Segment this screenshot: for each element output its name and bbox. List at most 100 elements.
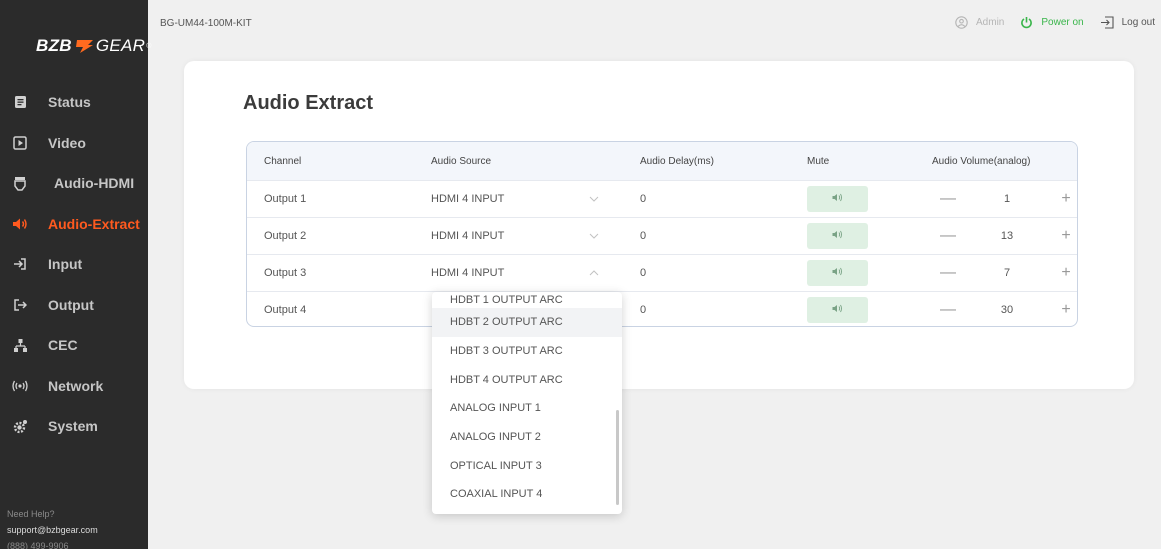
logout-arrow-icon [12,297,28,313]
page-title: Audio Extract [243,92,374,114]
mute-toggle-button[interactable] [807,297,868,323]
logout-button[interactable]: Log out [1100,16,1155,29]
sidebar-item-cec[interactable]: CEC [0,325,148,366]
dropdown-option[interactable]: OPTICAL INPUT 3 [432,451,622,480]
login-arrow-icon [12,256,28,272]
logo-text-right: GEAR [95,36,146,55]
power-button[interactable]: Power on [1020,16,1084,29]
gear-icon [12,418,28,434]
user-circle-icon [955,16,968,29]
help-title: Need Help? [7,509,55,519]
sidebar-item-video[interactable]: Video [0,123,148,164]
brand-logo: BZB GEAR ® [36,36,152,56]
dropdown-option[interactable]: HDBT 2 OUTPUT ARC [432,308,622,337]
support-phone: (888) 499-9906 [7,541,69,549]
volume-decrease-button[interactable]: — [939,255,957,291]
help-section: Need Help? support@bzbgear.com (888) 499… [7,506,98,549]
volume-increase-button[interactable]: + [1057,181,1075,217]
header-channel: Channel [264,155,302,167]
volume-value[interactable]: 30 [987,292,1027,326]
header-audio-volume: Audio Volume(analog) [932,155,1031,167]
table-row: Output 4 0 — 30 + [247,291,1077,326]
dropdown-option[interactable]: COAXIAL INPUT 4 [432,480,622,509]
sidebar-item-output[interactable]: Output [0,285,148,326]
sidebar-item-label: Audio-Extract [48,215,140,232]
audio-delay-input[interactable]: 0 [640,255,646,291]
volume-increase-button[interactable]: + [1057,218,1075,254]
dropdown-option[interactable]: HDBT 1 OUTPUT ARC [432,292,622,308]
mute-toggle-button[interactable] [807,186,868,212]
sidebar-item-label: CEC [48,337,78,354]
broadcast-icon [12,378,28,394]
sidebar-item-audio-extract[interactable]: Audio-Extract [0,204,148,245]
volume-value[interactable]: 1 [987,181,1027,217]
sidebar-item-label: System [48,418,98,435]
top-bar: BG-UM44-100M-KIT Admin Power on Log out [148,0,1161,50]
sidebar-item-label: Video [48,134,86,151]
mute-cell [807,255,868,291]
volume-decrease-button[interactable]: — [939,292,957,326]
mute-cell [807,181,868,217]
sidebar-item-audio-hdmi[interactable]: Audio-HDMI [0,163,148,204]
channel-name: Output 2 [264,230,307,242]
volume-icon [832,267,843,279]
dropdown-option[interactable]: HDBT 4 OUTPUT ARC [432,365,622,394]
dropdown-option[interactable]: HDBT 3 OUTPUT ARC [432,337,622,366]
logout-icon [1100,16,1114,29]
audio-delay-input[interactable]: 0 [640,181,646,217]
dropdown-option[interactable]: ANALOG INPUT 1 [432,394,622,423]
channel-name: Output 3 [264,267,307,279]
audio-source-dropdown[interactable]: HDBT 1 OUTPUT ARC HDBT 2 OUTPUT ARC HDBT… [432,292,622,514]
sidebar-item-system[interactable]: System [0,406,148,447]
volume-increase-button[interactable]: + [1057,292,1075,326]
support-email-link[interactable]: support@bzbgear.com [7,522,98,538]
logo-text-left: BZB [36,36,72,55]
table-row: Output 3 HDMI 4 INPUT 0 — 7 + [247,254,1077,291]
audio-delay-input[interactable]: 0 [640,292,646,326]
table-row: Output 2 HDMI 4 INPUT 0 — 13 + [247,217,1077,254]
audio-source-select[interactable]: HDMI 4 INPUT [431,218,504,254]
volume-increase-button[interactable]: + [1057,255,1075,291]
sidebar-item-label: Network [48,377,104,394]
volume-value[interactable]: 13 [987,218,1027,254]
sidebar-item-label: Output [48,296,94,313]
header-audio-delay: Audio Delay(ms) [640,155,714,167]
dropdown-option[interactable]: ANALOG INPUT 2 [432,423,622,452]
audio-delay-input[interactable]: 0 [640,218,646,254]
audio-source-select[interactable]: HDMI 4 INPUT [431,181,504,217]
document-icon [12,94,28,110]
channel-name: Output 1 [264,193,307,205]
speaker-icon [12,216,28,232]
chevron-down-icon[interactable] [587,218,601,254]
chevron-up-icon[interactable] [587,255,601,291]
sidebar-item-network[interactable]: Network [0,366,148,407]
port-icon [12,175,28,191]
volume-decrease-button[interactable]: — [939,218,957,254]
mute-toggle-button[interactable] [807,223,868,249]
audio-source-select[interactable]: HDMI 4 INPUT [431,255,504,291]
header-audio-source: Audio Source [431,155,492,167]
chevron-down-icon[interactable] [587,181,601,217]
sidebar-item-status[interactable]: Status [0,82,148,123]
dropdown-scrollbar[interactable] [616,410,619,505]
logo-mark-icon [74,38,94,54]
admin-label: Admin [976,17,1005,28]
volume-value[interactable]: 7 [987,255,1027,291]
volume-icon [832,230,843,242]
power-label: Power on [1041,17,1084,28]
admin-user[interactable]: Admin [955,16,1004,29]
sidebar-item-label: Audio-HDMI [54,175,135,192]
sidebar-item-label: Status [48,94,91,111]
audio-extract-table: Channel Audio Source Audio Delay(ms) Mut… [246,141,1078,327]
mute-toggle-button[interactable] [807,260,868,286]
sidebar-item-input[interactable]: Input [0,244,148,285]
channel-name: Output 4 [264,304,307,316]
volume-icon [832,304,843,316]
volume-decrease-button[interactable]: — [939,181,957,217]
mute-cell [807,218,868,254]
top-actions: Admin Power on Log out [939,16,1155,29]
sidebar-nav: Status Video Audio-HDMI Audio-Extract In… [0,82,148,447]
device-model: BG-UM44-100M-KIT [160,18,252,29]
power-icon [1020,16,1033,29]
mute-cell [807,292,868,326]
